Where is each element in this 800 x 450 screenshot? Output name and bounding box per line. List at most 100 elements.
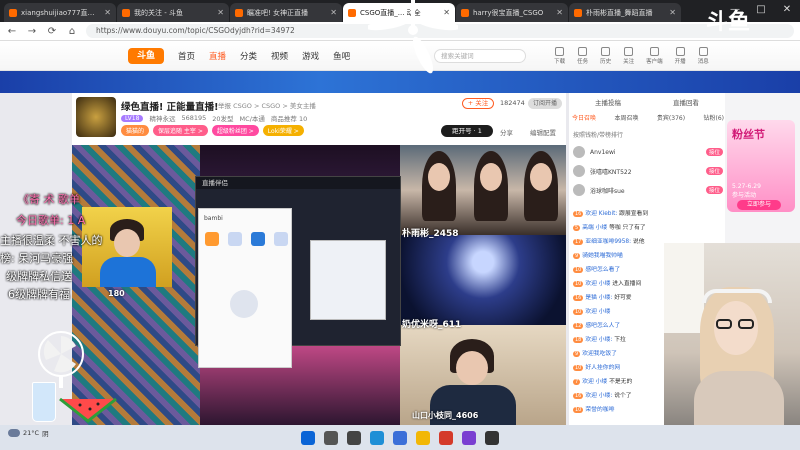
- chat-username[interactable]: 感吧怎么看了: [585, 267, 620, 273]
- obs-icon[interactable]: [485, 430, 499, 445]
- browser-tab[interactable]: harry很宝直播_CSGO ✕: [456, 3, 568, 22]
- forward-button[interactable]: →: [26, 26, 38, 37]
- tab-close-icon[interactable]: ✕: [669, 8, 676, 17]
- store-icon[interactable]: [393, 430, 407, 445]
- drink-cup-icon: [32, 382, 56, 422]
- tab-favicon-icon: [235, 8, 243, 17]
- follow-button[interactable]: + 关注: [462, 98, 494, 109]
- room-category[interactable]: 举报 CSGO > CSGO > 美女主播: [218, 100, 316, 110]
- weather-widget[interactable]: 21°C 阴: [8, 428, 49, 438]
- browser-tab[interactable]: 瞩准吧! 女神正直播 ✕: [230, 3, 342, 22]
- header-icon-item[interactable]: 任务: [577, 46, 588, 65]
- rank-name: Anv1ewi: [590, 148, 616, 156]
- room-stat: 20发型: [212, 115, 234, 123]
- header-icon-item[interactable]: 客户端: [646, 46, 663, 65]
- overlay-text: 《寄 术 歌单: [18, 193, 80, 206]
- chat-text: 进入直播间: [612, 281, 642, 287]
- nav-item[interactable]: 直播: [209, 50, 226, 62]
- task-view-icon[interactable]: [347, 430, 361, 445]
- chat-level-badge: 9: [573, 351, 581, 357]
- tab-close-icon[interactable]: ✕: [556, 8, 563, 17]
- header-icon-item[interactable]: 下载: [554, 46, 566, 65]
- tab-replays[interactable]: 直播回看: [673, 97, 699, 109]
- share-button[interactable]: 分享: [500, 127, 513, 137]
- chat-text: 好可爱: [614, 295, 632, 301]
- chat-username[interactable]: 是猫 小缕:: [585, 295, 612, 301]
- tab-diamond[interactable]: 钻粉(6): [703, 113, 724, 124]
- explorer-icon[interactable]: [416, 430, 430, 445]
- header-icon-item[interactable]: 关注: [623, 46, 635, 65]
- rank-row[interactable]: 浴球咖啡sue 接位: [573, 182, 723, 198]
- tab-anchor-posts[interactable]: 主播投稿: [595, 97, 621, 109]
- refresh-button[interactable]: ⟳: [46, 26, 58, 37]
- chat-username[interactable]: 荣誉的咖啡: [585, 407, 614, 413]
- chat-message: 10 欢迎 小缕 进入直播间: [573, 278, 669, 287]
- edge-icon[interactable]: [370, 430, 384, 445]
- douyu-logo[interactable]: 斗鱼: [128, 47, 164, 64]
- tab-close-icon[interactable]: ✕: [330, 8, 337, 17]
- chat-level-badge: 16: [573, 295, 584, 301]
- chat-message: 16 欢迎 小缕: 说个了: [573, 390, 669, 399]
- header-icon-label: 下载: [554, 58, 566, 65]
- tab-today[interactable]: 今日召唤: [572, 113, 596, 124]
- rank-row[interactable]: 张嘻嘻KNT522 接位: [573, 163, 723, 179]
- home-button[interactable]: ⌂: [66, 26, 78, 37]
- room-pill[interactable]: Loki荣耀 >: [262, 125, 304, 136]
- chat-username[interactable]: 欢迎 小缕: [585, 309, 610, 315]
- nav-item[interactable]: 视频: [271, 50, 288, 62]
- chat-level-badge: 10: [573, 407, 584, 413]
- tab-favicon-icon: [122, 8, 130, 17]
- back-button[interactable]: ←: [6, 26, 18, 37]
- app-icon-red[interactable]: [439, 430, 453, 445]
- promo-join-button[interactable]: 立即参与: [737, 200, 781, 210]
- rank-row[interactable]: Anv1ewi 接位: [573, 144, 723, 160]
- tab-close-icon[interactable]: ✕: [217, 8, 224, 17]
- tab-close-icon[interactable]: ✕: [104, 8, 111, 17]
- nav-item[interactable]: 分类: [240, 50, 257, 62]
- header-icon-item[interactable]: 消息: [698, 46, 709, 65]
- chat-username[interactable]: 欢迎 小缕:: [585, 337, 612, 343]
- chat-message: 10 荣誉的咖啡: [573, 404, 669, 413]
- rank-avatar: [573, 165, 585, 177]
- room-pill[interactable]: 猫猫的: [121, 125, 150, 136]
- chat-username[interactable]: 好人挂你的网: [585, 365, 620, 371]
- room-pill[interactable]: 保层追随 主宰 >: [153, 125, 208, 136]
- viewer-tag: 180: [108, 289, 125, 298]
- countdown-badge[interactable]: 距开号 · 1: [441, 125, 493, 137]
- chat-username[interactable]: 感吧怎么人了: [585, 323, 620, 329]
- room-pill[interactable]: 超级粉丝团 >: [211, 125, 259, 136]
- header-icon: [698, 46, 708, 56]
- chat-username[interactable]: 欢迎 小缕:: [585, 393, 612, 399]
- nav-item[interactable]: 鱼吧: [333, 50, 350, 62]
- chat-text: 下拉: [614, 337, 626, 343]
- browser-tab[interactable]: 我的关注 - 斗鱼 ✕: [117, 3, 229, 22]
- tab-vip[interactable]: 贵宾(376): [657, 113, 685, 124]
- browser-tab[interactable]: xiangshuijiao777直播_CSGO ✕: [4, 3, 116, 22]
- chat-username[interactable]: 高端 小缕: [582, 225, 607, 231]
- subscribe-button[interactable]: 订阅开播: [528, 98, 562, 109]
- edit-config-button[interactable]: 编辑配置: [530, 127, 556, 137]
- browser-tab[interactable]: 朴雨彬直播_舞蹈直播 ✕: [569, 3, 681, 22]
- nav-item[interactable]: 游戏: [302, 50, 319, 62]
- app-icon-purple[interactable]: [462, 430, 476, 445]
- chat-username[interactable]: 骑她我喵我帅喵: [582, 253, 623, 259]
- header-icon-item[interactable]: 历史: [600, 46, 611, 65]
- header-icon: [601, 46, 611, 56]
- nav-item[interactable]: 首页: [178, 50, 195, 62]
- search-icon[interactable]: [324, 430, 338, 445]
- header-icon-label: 关注: [623, 58, 635, 65]
- header-icon-item[interactable]: 开播: [675, 46, 686, 65]
- chat-username[interactable]: 亚细亚咖啡9958:: [585, 239, 631, 245]
- streamer-avatar[interactable]: [76, 97, 116, 137]
- weather-temp: 21°C: [23, 429, 40, 437]
- windows-start-icon[interactable]: [301, 430, 315, 445]
- chat-message: 7 欢迎 小缕 不是无的: [573, 376, 669, 385]
- tab-week[interactable]: 本周召唤: [614, 113, 638, 124]
- chat-username[interactable]: 欢迎 Kiebit:: [585, 211, 617, 217]
- video-stage-panel: [400, 235, 566, 325]
- chat-username[interactable]: 欢迎我吃饭了: [582, 351, 617, 357]
- chat-username[interactable]: 欢迎 小缕: [585, 281, 610, 287]
- room-stat: 精神永远: [149, 115, 176, 123]
- chat-username[interactable]: 欢迎 小缕: [582, 379, 607, 385]
- room-stat: 568195: [181, 114, 207, 122]
